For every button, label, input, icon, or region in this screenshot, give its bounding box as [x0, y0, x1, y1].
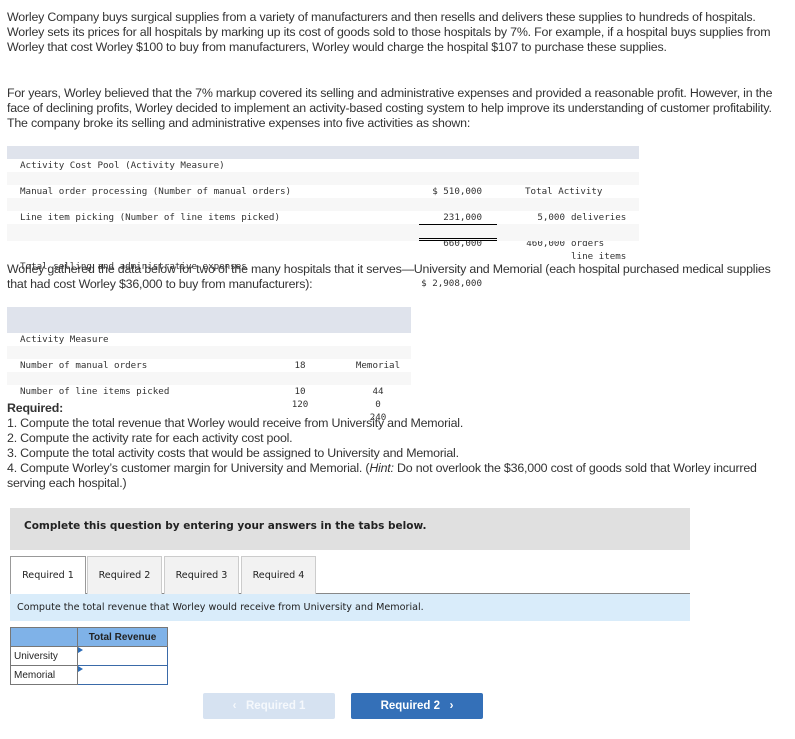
required-item-4-text: 4. Compute Worley’s customer margin for … [7, 461, 370, 475]
intro-paragraph-2: For years, Worley believed that the 7% m… [7, 86, 773, 130]
table-row: Memorial [10, 665, 168, 685]
chevron-left-icon: ‹ [232, 700, 237, 712]
required-section: Required: 1. Compute the total revenue t… [7, 401, 777, 491]
row-label-memorial: Memorial [10, 665, 78, 685]
column-header-row: Activity Measure University Memorial [7, 320, 411, 371]
prev-button-label: Required 1 [246, 700, 306, 712]
table-row: Electronic order processing (Number of e… [7, 185, 639, 249]
table-row: Number of manual orders 0 44 [7, 346, 411, 397]
total-row: Total selling and administrative expense… [7, 224, 639, 289]
answer-table: Total Revenue University Memorial [10, 627, 168, 685]
cost-pool-header-row: Activity Cost Pool (Activity Measure) To… [7, 146, 639, 197]
required-title: Required: [7, 401, 64, 415]
instructions-box: Complete this question by entering your … [10, 508, 690, 550]
hospital-activity-table: Activity Activity Measure University Mem… [7, 307, 411, 423]
answer-header-blank [10, 627, 78, 647]
table-row: Number of deliveries 18 20 [7, 333, 411, 384]
hint-label: Hint: [369, 461, 394, 475]
intro-paragraph-1: Worley Company buys surgical supplies fr… [7, 10, 771, 54]
header-total-revenue: Total Revenue [77, 627, 168, 647]
tab-required-2[interactable]: Required 2 [87, 556, 162, 594]
tab-required-3[interactable]: Required 3 [164, 556, 239, 594]
table-row: Line item picking (Number of line items … [7, 198, 639, 262]
cost-pool-table: Activity Cost Pool (Activity Measure) To… [7, 146, 639, 289]
required-item-3: 3. Compute the total activity costs that… [7, 446, 459, 460]
university-value: 10 [294, 386, 306, 397]
next-button-label: Required 2 [380, 700, 440, 712]
table-row: Number of line items picked 120 240 [7, 372, 411, 423]
required-item-2: 2. Compute the activity rate for each ac… [7, 431, 293, 445]
required-item-4: 4. Compute Worley’s customer margin for … [7, 461, 777, 491]
answer-header-row: Total Revenue [10, 627, 168, 647]
group-header-row: Activity [7, 307, 411, 333]
table-row: University [10, 646, 168, 666]
memorial-value: 44 [372, 386, 384, 397]
memorial-revenue-cell [77, 665, 168, 685]
chevron-right-icon: › [449, 700, 454, 712]
university-revenue-cell [77, 646, 168, 666]
question-prompt: Compute the total revenue that Worley wo… [10, 594, 690, 621]
measure-name: Number of line items picked [20, 386, 170, 397]
required-item-1: 1. Compute the total revenue that Worley… [7, 416, 464, 430]
input-flag-icon [78, 666, 83, 672]
table-row: Manual order processing (Number of manua… [7, 172, 639, 236]
row-label-university: University [10, 646, 78, 666]
next-required-button[interactable]: Required 2 › [351, 693, 483, 719]
table-row: Number of electronic orders 10 0 [7, 359, 411, 410]
required-tabs: Required 1 Required 2 Required 3 Require… [10, 556, 690, 595]
tab-required-4[interactable]: Required 4 [241, 556, 316, 594]
tab-required-1[interactable]: Required 1 [10, 556, 86, 595]
double-underline [419, 238, 497, 241]
intro-paragraph-3: Worley gathered the data below for two o… [7, 262, 771, 291]
table-row: Other organization-sustaining costs (Non… [7, 211, 639, 249]
university-revenue-input[interactable] [78, 647, 167, 665]
prev-required-button[interactable]: ‹ Required 1 [203, 693, 335, 719]
input-flag-icon [78, 647, 83, 653]
memorial-revenue-input[interactable] [78, 666, 167, 684]
single-underline [419, 224, 497, 225]
table-row: Customer deliveries (Number of deliverie… [7, 159, 639, 223]
